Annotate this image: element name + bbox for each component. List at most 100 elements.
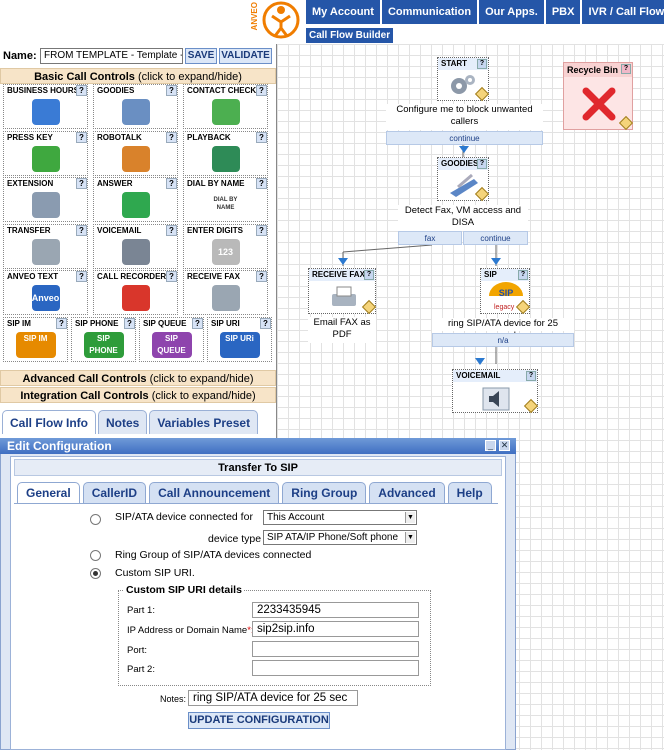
help-icon[interactable]: ?: [76, 85, 87, 96]
sip-legacy-tag: legacy: [494, 304, 515, 311]
port-goodies-fax[interactable]: fax: [398, 231, 462, 245]
tile-enter-digits[interactable]: ENTER DIGITS? 123: [183, 224, 268, 269]
help-icon[interactable]: ?: [166, 225, 177, 236]
tile-call-recorder[interactable]: CALL RECORDER?: [93, 270, 178, 315]
help-icon[interactable]: ?: [166, 132, 177, 143]
node-receive-fax[interactable]: RECEIVE FAX?: [308, 268, 377, 315]
help-icon[interactable]: ?: [56, 318, 67, 329]
tile-label: BUSINESS HOURS?: [4, 85, 87, 97]
part1-input[interactable]: 2233435945: [252, 602, 419, 618]
nav-our-apps[interactable]: Our Apps.: [479, 0, 546, 24]
help-icon[interactable]: ?: [256, 85, 267, 96]
account-select[interactable]: This Account ▼: [263, 510, 417, 525]
save-button[interactable]: SAVE: [185, 48, 217, 64]
tab-callerid[interactable]: CallerID: [82, 482, 147, 504]
help-icon[interactable]: ?: [364, 270, 374, 280]
tile-dial-by-name[interactable]: DIAL BY NAME? DIAL BY NAME: [183, 177, 268, 222]
help-icon[interactable]: ?: [76, 178, 87, 189]
tile-answer[interactable]: ANSWER?: [93, 177, 178, 222]
tile-contact-check[interactable]: CONTACT CHECK?: [183, 84, 268, 129]
tile-goodies[interactable]: GOODIES?: [93, 84, 178, 129]
tab-call-announcement[interactable]: Call Announcement: [149, 482, 280, 504]
nav-ivr-call-flow[interactable]: IVR / Call Flow: [582, 0, 664, 24]
port-input[interactable]: [252, 641, 419, 657]
tile-extension[interactable]: EXTENSION?: [3, 177, 88, 222]
port-goodies-continue[interactable]: continue: [463, 231, 528, 245]
close-icon[interactable]: ✕: [499, 440, 510, 451]
help-icon[interactable]: ?: [256, 271, 267, 282]
device-type-select[interactable]: SIP ATA/IP Phone/Soft phone ▼: [263, 530, 417, 545]
part2-input[interactable]: [252, 660, 419, 676]
help-icon[interactable]: ?: [518, 270, 528, 280]
tab-advanced[interactable]: Advanced: [369, 482, 445, 504]
radio-custom-sip-uri[interactable]: [90, 568, 101, 579]
edit-pencil-icon[interactable]: [618, 115, 634, 131]
ip-domain-input[interactable]: sip2sip.info: [252, 621, 419, 637]
radio-ring-group[interactable]: [90, 550, 101, 561]
nav-communication[interactable]: Communication: [381, 0, 480, 24]
tile-anveo-text[interactable]: ANVEO TEXT? Anveo: [3, 270, 88, 315]
tile-robotalk[interactable]: ROBOTALK?: [93, 131, 178, 176]
tile-playback[interactable]: PLAYBACK?: [183, 131, 268, 176]
help-icon[interactable]: ?: [166, 178, 177, 189]
node-start[interactable]: START?: [437, 57, 490, 102]
tile-sip-uri[interactable]: SIP URI? SIP URi: [207, 317, 272, 362]
validate-button[interactable]: VALIDATE: [219, 48, 272, 64]
help-icon[interactable]: ?: [256, 178, 267, 189]
tab-call-flow-info[interactable]: Call Flow Info: [2, 410, 96, 434]
help-icon[interactable]: ?: [76, 225, 87, 236]
tile-transfer[interactable]: TRANSFER?: [3, 224, 88, 269]
tab-ring-group[interactable]: Ring Group: [282, 482, 367, 504]
tile-sip-phone[interactable]: SIP PHONE? SIP PHONE: [71, 317, 136, 362]
tab-help[interactable]: Help: [447, 482, 492, 504]
nav-pbx[interactable]: PBX: [545, 0, 583, 24]
phones-icon: [31, 239, 60, 265]
dialog-title[interactable]: Edit Configuration: [0, 438, 516, 454]
port-sip-na[interactable]: n/a: [432, 333, 574, 347]
tile-business-hours[interactable]: BUSINESS HOURS?: [3, 84, 88, 129]
name-label: Name:: [3, 50, 37, 62]
help-icon[interactable]: ?: [526, 371, 536, 381]
subnav-call-flow-builder[interactable]: Call Flow Builder: [306, 28, 394, 43]
help-icon[interactable]: ?: [192, 318, 203, 329]
tile-sip-queue[interactable]: SIP QUEUE? SIP QUEUE: [139, 317, 204, 362]
tile-label-text: EXTENSION: [7, 179, 54, 188]
help-icon[interactable]: ?: [124, 318, 135, 329]
help-icon[interactable]: ?: [76, 132, 87, 143]
help-icon[interactable]: ?: [477, 159, 487, 169]
tab-variables-preset[interactable]: Variables Preset: [149, 410, 259, 434]
tab-notes[interactable]: Notes: [98, 410, 148, 434]
help-icon[interactable]: ?: [621, 64, 631, 74]
help-icon[interactable]: ?: [260, 318, 271, 329]
help-icon[interactable]: ?: [477, 59, 487, 69]
help-icon[interactable]: ?: [76, 271, 87, 282]
tile-receive-fax[interactable]: RECEIVE FAX?: [183, 270, 268, 315]
node-voicemail[interactable]: VOICEMAIL?: [452, 369, 539, 414]
radio-sip-ata-device[interactable]: [90, 514, 101, 525]
node-goodies[interactable]: GOODIES?: [437, 157, 490, 202]
edit-pencil-icon[interactable]: [361, 299, 377, 315]
notes-input[interactable]: ring SIP/ATA device for 25 sec: [188, 690, 358, 706]
node-sip[interactable]: SIP? SIP legacy: [480, 268, 531, 315]
nav-my-account[interactable]: My Account: [306, 0, 382, 24]
recycle-bin[interactable]: Recycle Bin?: [563, 62, 634, 131]
section-integration-call-controls[interactable]: Integration Call Controls (click to expa…: [0, 387, 276, 403]
node-sip-label: SIP: [484, 270, 497, 279]
tile-voicemail[interactable]: VOICEMAIL?: [93, 224, 178, 269]
tile-sip-im[interactable]: SIP IM? SIP IM: [3, 317, 68, 362]
help-icon[interactable]: ?: [166, 271, 177, 282]
recycle-bin-label: Recycle Bin: [567, 65, 619, 75]
edit-pencil-icon[interactable]: [523, 398, 539, 414]
help-icon[interactable]: ?: [256, 225, 267, 236]
help-icon[interactable]: ?: [256, 132, 267, 143]
help-icon[interactable]: ?: [166, 85, 177, 96]
flow-name-input[interactable]: FROM TEMPLATE - Template - [: [40, 48, 183, 64]
section-advanced-call-controls[interactable]: Advanced Call Controls (click to expand/…: [0, 370, 276, 386]
update-configuration-button[interactable]: UPDATE CONFIGURATION: [188, 712, 330, 729]
section-basic-call-controls[interactable]: Basic Call Controls (click to expand/hid…: [0, 68, 276, 84]
node-goodies-desc: Detect Fax, VM access and DISA: [398, 205, 528, 231]
minimize-icon[interactable]: _: [485, 440, 496, 451]
port-start-continue[interactable]: continue: [386, 131, 543, 145]
tile-press-key[interactable]: PRESS KEY?: [3, 131, 88, 176]
tab-general[interactable]: General: [17, 482, 80, 504]
